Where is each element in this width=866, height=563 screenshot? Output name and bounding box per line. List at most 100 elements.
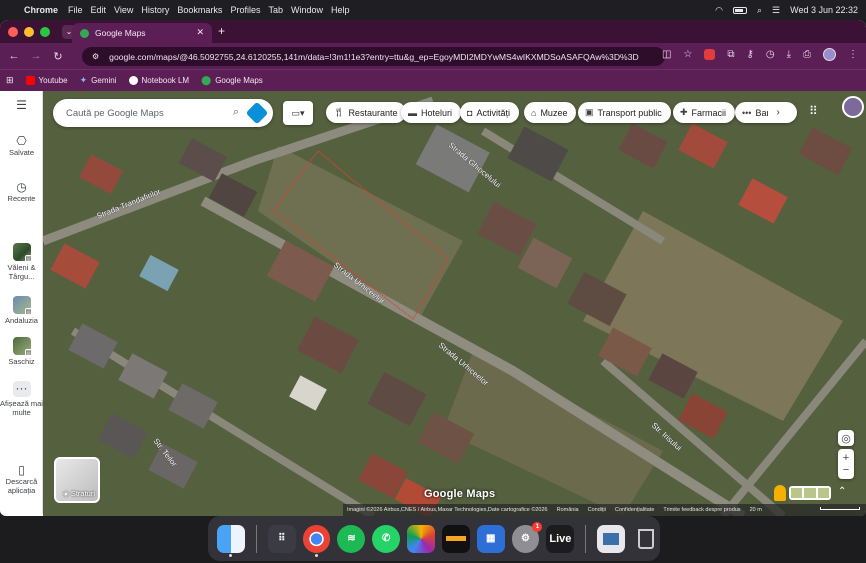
privacy-link[interactable]: Confidențialitate	[615, 507, 654, 513]
dock-finder-icon[interactable]	[217, 524, 245, 557]
dock-chrome-icon[interactable]	[302, 524, 331, 557]
zoom-in-button[interactable]: +	[843, 452, 849, 464]
sidebar-item-download-app[interactable]: ▯ Descarcă aplicația	[0, 464, 43, 495]
search-spotlight-icon[interactable]: ⌕	[757, 5, 762, 16]
expand-up-icon[interactable]: ⌃	[838, 486, 846, 497]
maps-content: ☰ ⎔ Salvate ◷ Recente ▤ Văleni & Târgu..…	[0, 91, 866, 516]
sidebar-item-saschiz[interactable]: ▤ Saschiz	[0, 337, 43, 366]
sidebar-item-recent[interactable]: ◷ Recente	[0, 180, 43, 203]
history-icon: ◷	[16, 180, 27, 194]
account-avatar[interactable]	[842, 96, 864, 118]
dock-live-app[interactable]: Live	[546, 524, 575, 553]
browser-toolbar: ← → ↻ ⚙ google.com/maps/@46.5092755,24.6…	[0, 43, 866, 69]
chip-atm[interactable]: ••• Ban	[735, 102, 798, 123]
extension-icon[interactable]	[704, 49, 716, 60]
feedback-link[interactable]: Trimite feedback despre produs	[663, 507, 740, 513]
scale-label[interactable]: 20 m	[750, 507, 762, 513]
zoom-window-button[interactable]	[40, 26, 50, 37]
apps-grid-icon[interactable]: ⊞	[6, 75, 14, 86]
address-bar[interactable]: ⚙ google.com/maps/@46.5092755,24.6120255…	[82, 47, 665, 66]
dock-wallet-icon[interactable]	[441, 524, 470, 553]
maps-icon: ⬤	[201, 75, 212, 85]
menu-profiles[interactable]: Profiles	[230, 5, 268, 15]
museum-icon: ⌂	[531, 107, 537, 118]
close-tab-icon[interactable]: ✕	[196, 27, 204, 38]
menu-history[interactable]: History	[141, 5, 177, 15]
close-window-button[interactable]	[8, 26, 18, 37]
terms-link[interactable]: Condiții	[588, 507, 606, 513]
search-icon[interactable]: ⌕	[233, 106, 239, 119]
toolbar-icons: ◫ ☆ ⧉ ⚷ ◷ ⤓ ⎙ ⋮	[662, 48, 858, 61]
dock-settings-icon[interactable]: ⚙ 1	[511, 521, 543, 553]
extensions-puzzle-icon[interactable]: ⧉	[727, 49, 734, 60]
dock-calendar-icon[interactable]: ▦	[476, 524, 505, 553]
sidebar-item-show-more[interactable]: ··· Afișează mai multe	[0, 381, 43, 417]
dock-whatsapp-icon[interactable]: ✆	[372, 524, 401, 553]
forward-icon[interactable]: →	[28, 50, 44, 62]
menu-bookmarks[interactable]: Bookmarks	[177, 5, 230, 15]
clock[interactable]: Wed 3 Jun 22:32	[790, 5, 858, 15]
menu-help[interactable]: Help	[331, 5, 358, 15]
back-icon[interactable]: ←	[6, 50, 22, 62]
new-tab-button[interactable]: +	[218, 24, 225, 38]
my-location-button[interactable]: ◎	[838, 430, 854, 446]
search-box[interactable]: Caută pe Google Maps ⌕	[53, 99, 273, 127]
panel-toggle-icon: ▭▾	[291, 107, 305, 118]
reload-icon[interactable]: ↻	[50, 50, 66, 63]
chip-hotels[interactable]: ▬ Hoteluri	[401, 102, 462, 123]
chip-pharmacies[interactable]: ✚ Farmacii	[673, 102, 736, 123]
dock-preview-icon[interactable]	[597, 524, 626, 553]
minimize-window-button[interactable]	[24, 26, 34, 37]
menu-app-name[interactable]: Chrome	[22, 5, 68, 15]
chip-activities[interactable]: ◘ Activități	[460, 102, 519, 123]
country-link[interactable]: România	[557, 507, 579, 513]
zoom-out-button[interactable]: −	[843, 464, 849, 476]
macos-dock: ⠿ ≋ ✆ ▦ ⚙ 1 Live	[208, 516, 660, 561]
menu-kebab-icon[interactable]: ⋮	[848, 49, 858, 60]
satellite-imagery[interactable]: Strada Trandafirilor Strada Ghiocelului …	[43, 91, 866, 516]
wifi-icon[interactable]: ◠	[715, 5, 723, 16]
collapse-panel-button[interactable]: ▭▾	[283, 101, 313, 125]
bookmark-gemini[interactable]: ✦ Gemini	[80, 75, 117, 86]
chip-restaurants[interactable]: 🍴︎ Restaurante	[326, 102, 407, 123]
search-input[interactable]: Caută pe Google Maps	[66, 108, 164, 119]
dock-photos-icon[interactable]	[407, 524, 435, 553]
chip-museums[interactable]: ⌂ Muzee	[524, 102, 577, 123]
menu-edit[interactable]: Edit	[91, 5, 115, 15]
sidebar-item-andaluzia[interactable]: ▤ Andaluzia	[0, 296, 43, 325]
chips-next-button[interactable]: ›	[768, 102, 788, 123]
menu-view[interactable]: View	[114, 5, 141, 15]
bookmark-youtube[interactable]: Youtube	[25, 76, 68, 85]
satellite-map[interactable]: Strada Trandafirilor Strada Ghiocelului …	[43, 91, 866, 516]
menu-hamburger[interactable]: ☰	[0, 99, 43, 112]
lens-icon[interactable]: ◫	[662, 49, 671, 60]
password-key-icon[interactable]: ⚷	[747, 49, 754, 60]
menu-tab[interactable]: Tab	[268, 5, 291, 15]
dock-spotify-icon[interactable]: ≋	[337, 524, 366, 553]
tab-google-maps[interactable]: Google Maps ✕	[72, 23, 212, 43]
sidebar-item-saved[interactable]: ⎔ Salvate	[0, 135, 43, 157]
window-controls	[0, 26, 50, 37]
profile-avatar[interactable]	[823, 48, 836, 61]
dock-trash-icon[interactable]	[632, 525, 660, 553]
site-info-icon[interactable]: ⚙	[92, 52, 99, 61]
imagery-thumbnails[interactable]	[789, 486, 831, 500]
history-clock-icon[interactable]: ◷	[766, 49, 775, 60]
hotel-icon: ▬	[408, 107, 417, 118]
star-bookmark-icon[interactable]: ☆	[683, 49, 692, 60]
dock-launchpad-icon[interactable]: ⠿	[267, 524, 296, 553]
sidebar-item-valeni[interactable]: ▤ Văleni & Târgu...	[0, 243, 43, 281]
menu-file[interactable]: File	[68, 5, 91, 15]
download-icon[interactable]: ⤓	[787, 49, 791, 60]
street-view-pegman-icon[interactable]	[774, 485, 786, 501]
chip-public-transport[interactable]: ▣ Transport public	[578, 102, 671, 123]
battery-icon[interactable]	[732, 6, 747, 14]
bookmark-google-maps[interactable]: ⬤ Google Maps	[201, 75, 263, 86]
directions-icon[interactable]	[245, 101, 269, 125]
bookmark-notebooklm[interactable]: Notebook LM	[128, 76, 189, 85]
print-icon[interactable]: ⎙	[803, 49, 811, 60]
google-apps-icon[interactable]: ⠿	[809, 104, 818, 118]
layers-button[interactable]: ◈ Straturi	[54, 457, 100, 503]
control-center-icon[interactable]: ☰	[772, 5, 780, 16]
menu-window[interactable]: Window	[291, 5, 331, 15]
